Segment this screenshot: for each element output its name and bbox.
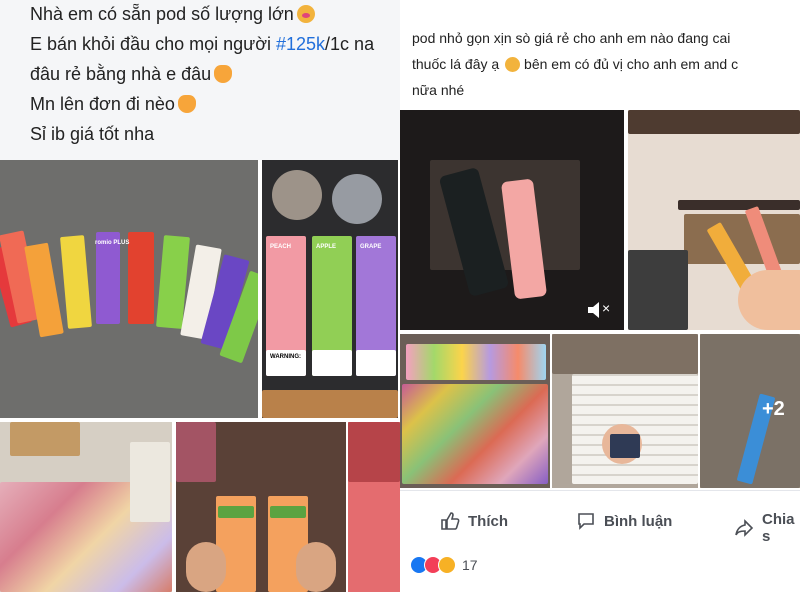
left-post-text: Nhà em có sẵn pod số lượng lớn E bán khỏ…: [0, 0, 400, 160]
photo-boxes-arc[interactable]: romio PLUS: [0, 160, 258, 418]
cat-emoji-icon: [214, 65, 233, 83]
thumbs-up-icon: [440, 511, 460, 531]
video-two-pods[interactable]: ×: [400, 110, 624, 330]
post-line: Nhà em có sẵn pod số lượng lớn: [30, 4, 315, 25]
share-icon: [734, 518, 754, 538]
box-brand-label: romio PLUS: [95, 240, 130, 246]
post-line: Mn lên đơn đi nèo: [30, 94, 196, 115]
like-label: Thích: [468, 512, 508, 530]
post-line-text: /1c na: [325, 34, 375, 54]
mute-icon[interactable]: ×: [586, 300, 614, 320]
hashtag-link[interactable]: #125k: [276, 34, 325, 54]
flavor-label: APPLE: [316, 244, 337, 250]
flavor-label: PEACH: [270, 244, 292, 250]
comment-icon: [576, 511, 596, 531]
like-button[interactable]: Thích: [440, 511, 508, 531]
right-post-text: pod nhỏ gọn xịn sò giá rẻ cho anh em nào…: [400, 0, 800, 108]
post-line: thuốc lá đây ạ bên em có đủ vị cho anh e…: [412, 56, 738, 72]
post-line-text: E bán khỏi đầu cho mọi người: [30, 34, 276, 54]
haha-reaction-icon: [438, 556, 456, 574]
comment-label: Bình luận: [604, 512, 673, 530]
post-line-text: thuốc lá đây ạ: [412, 56, 500, 72]
reaction-summary[interactable]: 17: [410, 556, 478, 574]
post-line-text: nữa nhé: [412, 82, 465, 98]
post-line-text: bên em có đủ vị cho anh em and c: [520, 56, 739, 72]
kiss-emoji-icon: [296, 5, 315, 23]
cat-emoji-icon: [177, 95, 196, 113]
smile-emoji-icon: [505, 57, 521, 72]
more-photos-count: +2: [762, 398, 785, 420]
photo-bar-hand[interactable]: [628, 110, 800, 330]
reaction-count: 17: [462, 557, 478, 573]
post-action-bar: Thích Bình luận Chia s 17: [400, 490, 800, 593]
flavor-label: GRAPE: [360, 244, 382, 250]
mute-x: ×: [602, 300, 611, 316]
warning-label: WARNING:: [270, 354, 301, 360]
comment-button[interactable]: Bình luận: [576, 511, 672, 531]
post-line: Sỉ ib giá tốt nha: [30, 124, 154, 145]
share-label: Chia s: [762, 511, 795, 545]
photo-floor-pile[interactable]: [0, 422, 172, 592]
photo-red-boxes[interactable]: [348, 422, 400, 592]
photo-warehouse-stacks[interactable]: [552, 334, 698, 488]
photo-hands-boxes[interactable]: [176, 422, 346, 592]
post-line: đâu rẻ bằng nhà e đâu: [30, 64, 233, 85]
photo-colorful-pile[interactable]: [400, 334, 550, 488]
post-line-text: đâu rẻ bằng nhà e đâu: [30, 64, 212, 84]
photo-three-flavors[interactable]: PEACH APPLE GRAPE WARNING:: [262, 160, 398, 418]
post-line-text: pod nhỏ gọn xịn sò giá rẻ cho anh em nào…: [412, 30, 731, 46]
post-line: E bán khỏi đầu cho mọi người #125k/1c na: [30, 34, 374, 55]
post-line-text: Mn lên đơn đi nèo: [30, 94, 175, 114]
post-line-text: Nhà em có sẵn pod số lượng lớn: [30, 4, 294, 24]
photo-more-overlay[interactable]: +2: [700, 334, 800, 488]
share-button[interactable]: Chia s: [734, 511, 800, 545]
post-line-text: Sỉ ib giá tốt nha: [30, 124, 155, 144]
